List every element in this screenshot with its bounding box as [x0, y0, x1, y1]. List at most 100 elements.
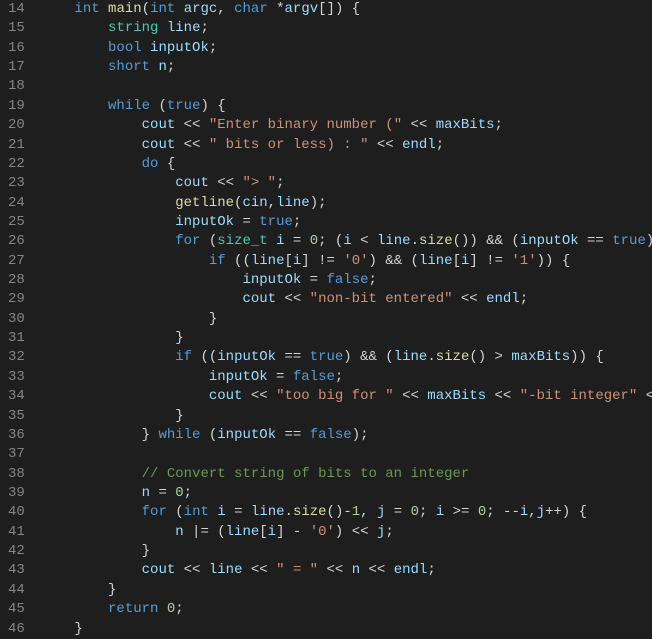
token-s: " bits or less) : " — [209, 137, 369, 153]
code-line[interactable]: string line; — [41, 19, 652, 38]
line-number-gutter: 1415161718192021222324252627282930313233… — [0, 0, 37, 639]
code-line[interactable]: inputOk = false; — [41, 271, 652, 290]
code-line[interactable]: n |= (line[i] - '0') << j; — [41, 523, 652, 542]
token-p: = — [226, 504, 251, 520]
token-p — [268, 233, 276, 249]
token-p: << — [637, 388, 652, 404]
token-p: ; — [175, 601, 183, 617]
code-line[interactable]: short n; — [41, 58, 652, 77]
code-line[interactable]: getline(cin,line); — [41, 194, 652, 213]
token-p: = — [285, 233, 310, 249]
token-p — [158, 20, 166, 36]
line-number: 42 — [8, 542, 25, 561]
token-p: ; — [276, 175, 284, 191]
token-v: line — [251, 504, 285, 520]
token-p: . — [285, 504, 293, 520]
token-k: true — [612, 233, 646, 249]
token-p: ) << — [335, 524, 377, 540]
code-line[interactable]: cout << " bits or less) : " << endl; — [41, 136, 652, 155]
token-p: ] - — [276, 524, 310, 540]
line-number: 41 — [8, 523, 25, 542]
token-p: << — [318, 562, 352, 578]
code-line[interactable]: do { — [41, 155, 652, 174]
token-k: true — [310, 349, 344, 365]
line-number: 27 — [8, 252, 25, 271]
token-v: cout — [142, 117, 176, 133]
token-v: inputOk — [217, 349, 276, 365]
code-line[interactable] — [41, 445, 652, 464]
code-line[interactable]: } while (inputOk == false); — [41, 426, 652, 445]
line-number: 30 — [8, 310, 25, 329]
token-v: inputOk — [217, 427, 276, 443]
code-line[interactable]: cout << "Enter binary number (" << maxBi… — [41, 116, 652, 135]
token-p: []) { — [318, 1, 360, 17]
code-line[interactable]: if ((inputOk == true) && (line.size() > … — [41, 348, 652, 367]
token-p: |= ( — [184, 524, 226, 540]
code-line[interactable]: } — [41, 329, 652, 348]
code-line[interactable]: } — [41, 581, 652, 600]
token-p: << — [276, 291, 310, 307]
line-number: 20 — [8, 116, 25, 135]
token-p: ()- — [327, 504, 352, 520]
token-p: ()) && ( — [453, 233, 520, 249]
code-line[interactable]: inputOk = false; — [41, 368, 652, 387]
line-number: 31 — [8, 329, 25, 348]
token-p: } — [74, 621, 82, 637]
token-c: // Convert string of bits to an integer — [142, 466, 470, 482]
token-fn: getline — [175, 195, 234, 211]
line-number: 35 — [8, 407, 25, 426]
token-p: ; — [436, 137, 444, 153]
code-line[interactable]: } — [41, 620, 652, 639]
code-line[interactable]: int main(int argc, char *argv[]) { — [41, 0, 652, 19]
token-p: ; — [419, 504, 436, 520]
line-number: 33 — [8, 368, 25, 387]
token-p: ) && ( — [343, 349, 393, 365]
code-line[interactable]: cout << "non-bit entered" << endl; — [41, 290, 652, 309]
token-p: { — [158, 156, 175, 172]
token-v: line — [209, 562, 243, 578]
code-line[interactable]: for (size_t i = 0; (i < line.size()) && … — [41, 232, 652, 251]
token-p: , — [360, 504, 377, 520]
token-v: inputOk — [150, 40, 209, 56]
token-p: . — [411, 233, 419, 249]
code-line[interactable]: cout << line << " = " << n << endl; — [41, 561, 652, 580]
code-line[interactable]: cout << "too big for " << maxBits << "-b… — [41, 387, 652, 406]
token-p: ] != — [469, 253, 511, 269]
code-line[interactable]: // Convert string of bits to an integer — [41, 465, 652, 484]
code-line[interactable]: } — [41, 407, 652, 426]
token-p: ); — [352, 427, 369, 443]
token-p: == — [276, 349, 310, 365]
line-number: 28 — [8, 271, 25, 290]
line-number: 36 — [8, 426, 25, 445]
code-line[interactable]: bool inputOk; — [41, 39, 652, 58]
token-v: line — [419, 253, 453, 269]
token-p: ; — [427, 562, 435, 578]
line-number: 16 — [8, 39, 25, 58]
code-line[interactable]: if ((line[i] != '0') && (line[i] != '1')… — [41, 252, 652, 271]
code-line[interactable]: cout << "> "; — [41, 174, 652, 193]
code-line[interactable]: } — [41, 310, 652, 329]
token-p: ; — [369, 272, 377, 288]
token-n: 1 — [352, 504, 360, 520]
code-line[interactable] — [41, 77, 652, 96]
code-line[interactable]: return 0; — [41, 600, 652, 619]
token-p: ( — [167, 504, 184, 520]
line-number: 14 — [8, 0, 25, 19]
token-v: line — [276, 195, 310, 211]
line-number: 43 — [8, 561, 25, 580]
token-s: " = " — [276, 562, 318, 578]
line-number: 18 — [8, 77, 25, 96]
code-line[interactable]: n = 0; — [41, 484, 652, 503]
token-p: } — [108, 582, 116, 598]
token-fn: main — [108, 1, 142, 17]
code-content-area[interactable]: int main(int argc, char *argv[]) { strin… — [37, 0, 652, 639]
code-line[interactable]: while (true) { — [41, 97, 652, 116]
code-line[interactable]: inputOk = true; — [41, 213, 652, 232]
token-p: ( — [150, 98, 167, 114]
token-p: , — [528, 504, 536, 520]
code-line[interactable]: for (int i = line.size()-1, j = 0; i >= … — [41, 503, 652, 522]
code-line[interactable]: } — [41, 542, 652, 561]
token-v: maxBits — [436, 117, 495, 133]
token-v: n — [352, 562, 360, 578]
token-v: endl — [402, 137, 436, 153]
